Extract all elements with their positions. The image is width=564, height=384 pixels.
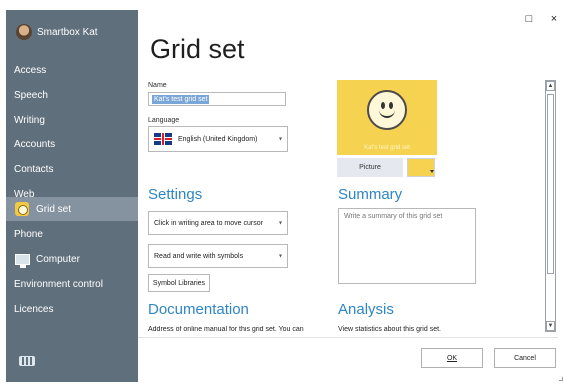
name-value: Kat's test grid set xyxy=(152,94,210,104)
sidebar-item-label: Access xyxy=(14,64,47,76)
ok-label: OK xyxy=(446,354,458,362)
symbol-mode-option: Read and write with symbols xyxy=(154,252,244,260)
sidebar-item-label: Accounts xyxy=(14,138,56,150)
sidebar-item-computer[interactable]: Computer xyxy=(6,247,138,271)
keyboard-icon[interactable] xyxy=(19,356,35,366)
settings-heading: Settings xyxy=(148,186,203,203)
sidebar-item-label: Contacts xyxy=(14,163,54,175)
sidebar-item-grid-set[interactable]: Grid set xyxy=(6,197,138,221)
computer-icon xyxy=(14,251,30,268)
cancel-button[interactable]: Cancel xyxy=(494,348,556,368)
documentation-text: Address of online manual for this grid s… xyxy=(148,326,304,333)
sidebar-item-phone[interactable]: Phone xyxy=(6,222,138,246)
color-picker[interactable] xyxy=(407,158,435,177)
sidebar-item-label: Grid set xyxy=(36,203,72,215)
name-label: Name xyxy=(148,82,167,89)
sidebar-item-environment-control[interactable]: Environment control xyxy=(6,272,138,296)
page-title: Grid set xyxy=(150,34,245,64)
documentation-heading: Documentation xyxy=(148,301,249,318)
ok-button[interactable]: OK xyxy=(421,348,483,368)
writing-area-select[interactable]: Click in writing area to move cursor ▾ xyxy=(148,211,288,235)
grid-set-preview[interactable]: Kat's test grid set xyxy=(337,80,437,155)
avatar xyxy=(16,24,32,40)
sidebar-item-label: Computer xyxy=(36,253,80,265)
writing-area-option: Click in writing area to move cursor xyxy=(154,219,263,227)
vertical-scrollbar[interactable]: ▲ ▼ xyxy=(545,80,556,332)
footer-divider xyxy=(138,337,558,338)
smiley-face-icon xyxy=(367,90,407,130)
sidebar: Smartbox Kat Access Speech Writing Accou… xyxy=(6,10,138,382)
name-field[interactable]: Kat's test grid set xyxy=(148,92,286,106)
sidebar-item-label: Licences xyxy=(14,303,54,315)
scroll-up-icon[interactable]: ▲ xyxy=(546,81,555,91)
sidebar-item-accounts[interactable]: Accounts xyxy=(6,132,138,156)
scroll-down-icon[interactable]: ▼ xyxy=(546,321,555,331)
sidebar-item-contacts[interactable]: Contacts xyxy=(6,157,138,181)
sidebar-item-label: Writing xyxy=(14,114,45,126)
resize-grip-icon[interactable] xyxy=(559,377,563,381)
language-label: Language xyxy=(148,117,180,124)
symbol-libraries-button[interactable]: Symbol Libraries xyxy=(148,274,210,292)
user-profile[interactable]: Smartbox Kat xyxy=(16,24,98,40)
close-button[interactable]: × xyxy=(545,10,563,28)
sidebar-item-licences[interactable]: Licences xyxy=(6,297,138,321)
sidebar-item-label: Environment control xyxy=(14,278,103,290)
minimize-button[interactable]: □ xyxy=(520,10,538,28)
summary-textarea[interactable]: Write a summary of this grid set xyxy=(338,208,476,284)
sidebar-item-access[interactable]: Access xyxy=(6,58,138,82)
chevron-down-icon: ▾ xyxy=(278,253,282,260)
summary-heading: Summary xyxy=(338,186,403,203)
analysis-heading: Analysis xyxy=(338,301,394,318)
grid-set-smiley-icon xyxy=(14,201,30,217)
language-value: English (United Kingdom) xyxy=(178,135,258,143)
sidebar-item-label: Phone xyxy=(14,228,43,240)
user-name: Smartbox Kat xyxy=(37,26,98,38)
scroll-thumb[interactable] xyxy=(547,94,554,274)
sidebar-item-label: Speech xyxy=(14,89,48,101)
chevron-down-icon xyxy=(430,170,434,173)
preview-caption: Kat's test grid set xyxy=(364,145,410,151)
sidebar-item-speech[interactable]: Speech xyxy=(6,83,138,107)
chevron-down-icon: ▾ xyxy=(278,136,282,143)
chevron-down-icon: ▾ xyxy=(278,220,282,227)
sidebar-item-writing[interactable]: Writing xyxy=(6,108,138,132)
language-select[interactable]: English (United Kingdom) ▾ xyxy=(148,126,288,152)
symbol-mode-select[interactable]: Read and write with symbols ▾ xyxy=(148,244,288,268)
picture-button[interactable]: Picture xyxy=(337,158,403,177)
analysis-text: View statistics about this grid set. xyxy=(338,326,441,333)
uk-flag-icon xyxy=(154,133,172,145)
